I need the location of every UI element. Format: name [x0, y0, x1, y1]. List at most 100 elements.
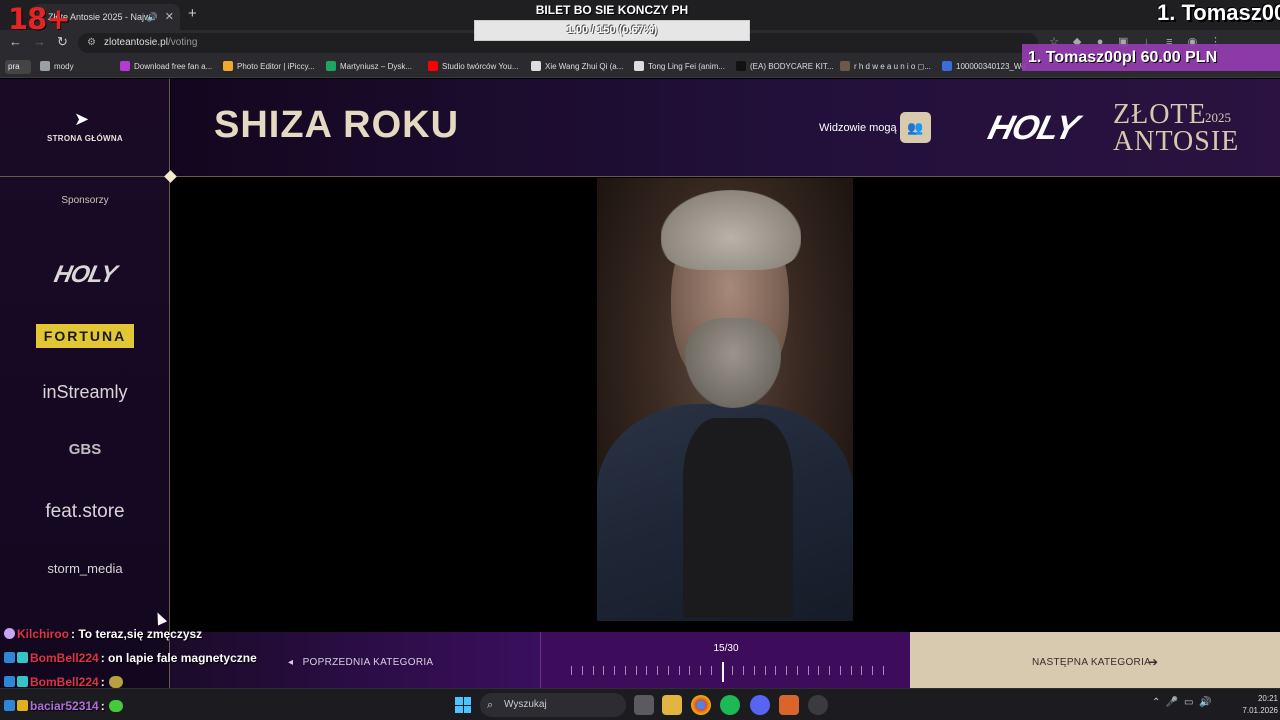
taskbar-search-placeholder: Wyszukaj [504, 699, 547, 710]
bookmark-favicon [120, 61, 130, 71]
chat-emote-icon [108, 676, 123, 688]
progress-tick [614, 666, 615, 675]
progress-ticks [571, 662, 884, 682]
viewers-label: Widzowie mogą [819, 122, 897, 134]
video-figure-hair [661, 190, 801, 270]
stream-chat: Kilchiroo: To teraz,się zmęczysz BomBell2… [0, 624, 460, 720]
back-icon[interactable]: ← [9, 34, 22, 49]
nominee-video[interactable] [597, 178, 853, 621]
bookmark-item[interactable]: (EA) BODYCARE KIT... [736, 60, 834, 74]
system-tray[interactable]: ⌃ 🎤 ▭ 🔊 [1152, 697, 1211, 708]
app-icon[interactable] [808, 695, 828, 715]
bookmark-item[interactable]: Photo Editor | iPiccy... [223, 60, 315, 74]
chat-username[interactable]: BomBell224 [30, 675, 99, 689]
apps-grid-icon[interactable] [20, 60, 28, 70]
chrome-icon[interactable] [691, 695, 711, 715]
file-explorer-icon[interactable] [662, 695, 682, 715]
brand-name-line2: ANTOSIE [1113, 126, 1240, 157]
forward-icon[interactable]: → [33, 34, 46, 49]
viewers-vote-button[interactable]: 👥 [900, 112, 931, 143]
progress-tick [657, 666, 658, 675]
voting-page: ➤ STRONA GŁÓWNA Sponsorzy HOLY FORTUNA i… [0, 79, 1280, 688]
progress-tick [689, 666, 690, 675]
age-rating-badge: 18+ [8, 2, 71, 36]
bookmark-favicon [942, 61, 952, 71]
progress-tick [808, 666, 809, 675]
chat-username[interactable]: Kilchiroo [17, 627, 69, 641]
home-label: STRONA GŁÓWNA [46, 134, 124, 143]
progress-tick [571, 666, 572, 675]
progress-tick [603, 666, 604, 675]
chat-message: baciar52314: [4, 699, 123, 713]
bookmark-item[interactable]: Xie Wang Zhui Qi (a... [531, 60, 623, 74]
reload-icon[interactable]: ↻ [57, 34, 68, 50]
category-header: SHIZA ROKU Widzowie mogą 👥 HOLY ZŁOTE AN… [171, 79, 1280, 177]
taskbar-search[interactable]: ⌕ Wyszukaj [480, 693, 626, 717]
sponsor-logo-stormmedia[interactable]: storm_media [0, 561, 170, 576]
sponsor-logo-featstore[interactable]: feat.store [0, 501, 170, 523]
progress-tick [636, 666, 637, 675]
chat-text: : To teraz,się zmęczysz [71, 627, 203, 641]
progress-tick [765, 666, 766, 675]
url-host: zloteantosie.pl [104, 37, 168, 48]
progress-tick [668, 666, 669, 675]
progress-tick [679, 666, 680, 675]
bookmark-label: Martyniusz – Dysk... [340, 62, 413, 71]
goal-progress-text: 1.00 / 150 (0.67%) [566, 24, 658, 36]
progress-tick [829, 666, 830, 675]
bookmark-item[interactable]: Tong Ling Fei (anim... [634, 60, 725, 74]
page-title: SHIZA ROKU [214, 104, 460, 146]
category-progress: 15/30 [540, 632, 910, 688]
app-icon[interactable] [779, 695, 799, 715]
progress-label: 15/30 [713, 643, 739, 654]
donation-banner: 1. Tomasz00pl 60.00 PLN [1022, 44, 1280, 71]
new-tab-button[interactable]: + [188, 5, 197, 22]
top-donor-label: 1. Tomasz00 [1157, 0, 1280, 25]
bookmark-item[interactable]: r h d w e a u n i o ◻... [840, 60, 931, 74]
chat-badge-icon [4, 652, 15, 663]
sponsor-logo-instreamly[interactable]: inStreamly [0, 382, 170, 403]
progress-tick [786, 666, 787, 675]
progress-tick [775, 666, 776, 675]
close-tab-icon[interactable]: ✕ [165, 4, 174, 30]
bookmark-favicon [840, 61, 850, 71]
goal-title: BILET BO SIE KONCZY PH [535, 3, 689, 17]
home-link[interactable]: ➤ STRONA GŁÓWNA [0, 79, 170, 177]
progress-tick [625, 666, 626, 675]
bookmark-item[interactable]: Martyniusz – Dysk... [326, 60, 412, 74]
progress-tick [711, 666, 712, 675]
progress-tick [883, 666, 884, 675]
task-view-icon[interactable] [634, 695, 654, 715]
chat-message: BomBell224: [4, 675, 123, 689]
progress-tick [582, 666, 583, 675]
bookmark-label: Studio twórców You... [442, 62, 519, 71]
users-icon: 👥 [907, 120, 924, 135]
bookmark-item[interactable]: Download free fan a... [120, 60, 212, 74]
spotify-icon[interactable] [720, 695, 740, 715]
chat-emote-icon [108, 700, 123, 712]
sponsor-logo-fortuna[interactable]: FORTUNA [36, 324, 134, 348]
bookmark-label: Tong Ling Fei (anim... [648, 62, 725, 71]
bookmark-item[interactable]: 100000340123_Wo [942, 60, 1026, 74]
progress-tick [732, 666, 733, 675]
bookmark-item[interactable]: Studio twórców You... [428, 60, 519, 74]
clock-date: 7.01.2026 [1242, 706, 1278, 715]
bookmark-item[interactable]: mody [20, 60, 74, 74]
discord-icon[interactable] [750, 695, 770, 715]
arrow-right-icon: ➔ [1148, 655, 1159, 669]
sponsor-logo-holy[interactable]: HOLY [0, 261, 173, 289]
chat-username[interactable]: baciar52314 [30, 699, 99, 713]
bookmark-label: mody [54, 62, 74, 71]
chat-username[interactable]: BomBell224 [30, 651, 99, 665]
next-category-button[interactable]: NASTĘPNA KATEGORIA ➔ [910, 632, 1280, 688]
sponsor-logo-gbs[interactable]: GBS [0, 441, 170, 458]
site-info-icon[interactable]: ⚙ [87, 33, 96, 53]
bookmark-label: Xie Wang Zhui Qi (a... [545, 62, 624, 71]
clock[interactable]: 20:21 7.01.2026 [1228, 693, 1278, 717]
progress-tick [818, 666, 819, 675]
bookmark-favicon [736, 61, 746, 71]
next-category-label: NASTĘPNA KATEGORIA [1032, 657, 1152, 668]
bookmark-favicon [326, 61, 336, 71]
event-logo: HOLY ZŁOTE ANTOSIE 2025 [984, 101, 1249, 157]
speaker-icon[interactable]: 🔊 [147, 4, 158, 30]
